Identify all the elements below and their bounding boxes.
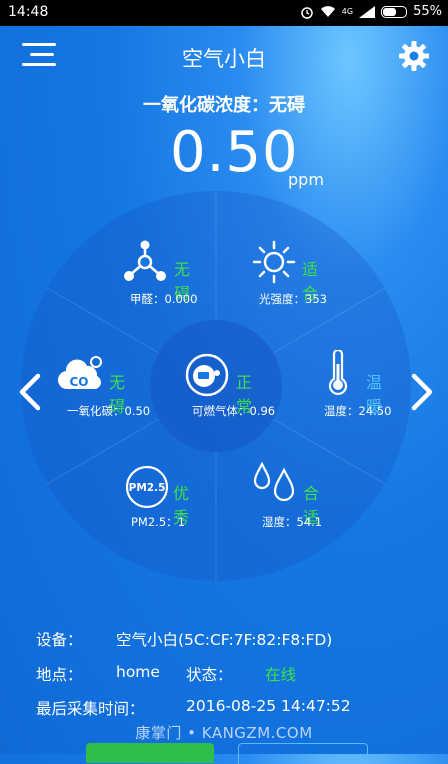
co-reading-unit: ppm xyxy=(288,170,324,189)
app-title: 空气小白 xyxy=(182,47,266,71)
next-arrow-icon[interactable] xyxy=(408,372,438,412)
last-collect-value: 2016-08-25 14:47:52 xyxy=(186,697,351,715)
molecule-icon xyxy=(124,240,166,281)
wifi-icon xyxy=(320,6,335,17)
app-bar: 空气小白 xyxy=(0,26,448,86)
state-value: 在线 xyxy=(265,666,297,684)
watermark: 康掌门 • KANGZM.COM xyxy=(135,724,313,742)
svg-text:CO: CO xyxy=(69,375,88,389)
status-time: 14:48 xyxy=(8,4,49,20)
signal-icon xyxy=(359,5,376,18)
state-label: 状态： xyxy=(186,666,233,684)
co-cloud-icon: CO xyxy=(58,356,102,390)
primary-action-button[interactable] xyxy=(86,743,214,763)
co-concentration-headline: 一氧化碳浓度：无碍 xyxy=(143,95,305,116)
sun-icon xyxy=(252,240,296,284)
humidity-label: 湿度：54.1 xyxy=(262,515,323,529)
co-label: 一氧化碳：0.50 xyxy=(67,404,151,418)
status-bar: 14:48 4G 55% xyxy=(0,0,448,26)
device-value: 空气小白(5C:CF:7F:82:F8:FD) xyxy=(116,631,333,649)
device-label: 设备： xyxy=(36,631,83,649)
temperature-label: 温度：24.50 xyxy=(324,404,392,418)
co-reading-value: 0.50 xyxy=(170,120,299,185)
gas-meter-icon xyxy=(185,353,229,397)
network-type: 4G xyxy=(341,7,354,16)
battery-icon xyxy=(381,5,408,18)
pm25-label: PM2.5：1 xyxy=(131,515,185,529)
formaldehyde-label: 甲醛：0.000 xyxy=(130,292,198,306)
last-collect-label: 最后采集时间： xyxy=(36,700,145,718)
pm25-badge-text: PM2.5 xyxy=(129,482,166,494)
status-icons: 4G 55% xyxy=(300,4,442,19)
pm25-icon: PM2.5 xyxy=(125,465,169,509)
settings-gear-icon[interactable] xyxy=(398,40,430,72)
thermometer-icon xyxy=(328,350,348,396)
light-label: 光强度：353 xyxy=(259,292,327,306)
battery-percent: 55% xyxy=(413,4,442,19)
gas-label: 可燃气体：0.96 xyxy=(192,404,276,418)
alarm-icon xyxy=(301,6,313,19)
location-value: home xyxy=(116,663,160,681)
location-label: 地点： xyxy=(36,666,83,684)
previous-arrow-icon[interactable] xyxy=(14,372,44,412)
water-drops-icon xyxy=(253,461,295,502)
